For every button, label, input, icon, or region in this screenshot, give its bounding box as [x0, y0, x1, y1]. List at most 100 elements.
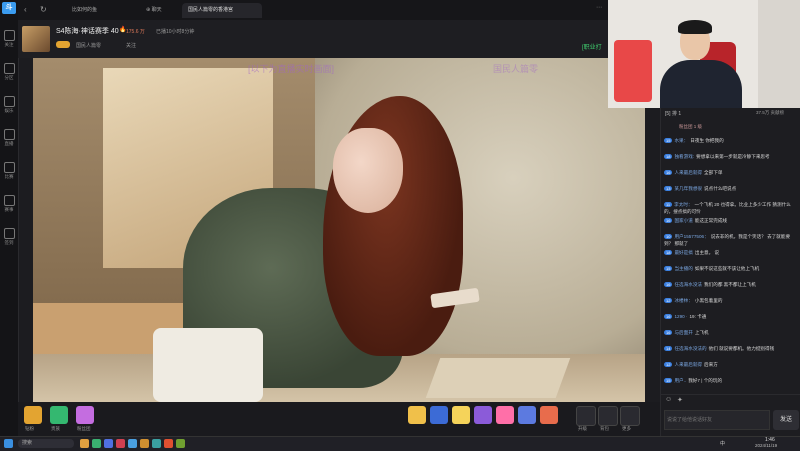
- crown-icon[interactable]: [24, 406, 42, 424]
- user-level-badge: 16: [664, 314, 673, 319]
- gift-item-icon[interactable]: [518, 406, 536, 424]
- bottom-action-button[interactable]: [576, 406, 596, 426]
- chat-message[interactable]: 15 水果： 日夜生 你把我的: [664, 138, 798, 145]
- user-level-badge: 15: [664, 266, 673, 271]
- chat-username[interactable]: 最好是搞: [674, 250, 692, 255]
- chat-text: 我好7 | 个的玩的: [688, 378, 723, 383]
- follow-button[interactable]: 关注: [126, 42, 136, 49]
- nav-item-5[interactable]: 赛事: [0, 195, 18, 213]
- taskbar-search[interactable]: 搜索: [18, 439, 74, 448]
- chat-message[interactable]: 11 李太时： 一个飞机 20 也得拿。比业上多少工作 猜测什么的，搜点搞的可怜: [664, 202, 798, 215]
- gift-item-icon[interactable]: [474, 406, 492, 424]
- chat-message[interactable]: 18 最好是搞 出主意。 说: [664, 250, 798, 257]
- chat-username[interactable]: 独看游戏:: [674, 154, 694, 159]
- chat-username[interactable]: 水果：: [674, 138, 688, 143]
- chat-username[interactable]: 冰楼林：: [674, 298, 692, 303]
- chat-username[interactable]: 李太时：: [674, 202, 692, 207]
- bottom-action-button[interactable]: [620, 406, 640, 426]
- gift-item-icon[interactable]: [430, 406, 448, 424]
- nav-item-0[interactable]: 关注: [0, 30, 18, 48]
- chat-message[interactable]: 16 国家小道 能这正常完成线: [664, 218, 798, 225]
- ime-indicator[interactable]: 中: [720, 440, 725, 447]
- bottom-action-label: 升级: [578, 426, 587, 431]
- avatar[interactable]: [22, 26, 50, 52]
- chat-username[interactable]: 任选海水没法的: [674, 346, 706, 351]
- tab-bar: ‹ ↻ 比如何的鱼 ⊕ 聊天 国民人篇零的香港宫 ⋯: [18, 0, 608, 21]
- app-icon-8[interactable]: [164, 439, 173, 448]
- chat-message[interactable]: 18 独看游戏: 要想拿以来第一步就是冷静下来思考: [664, 154, 798, 161]
- chat-username[interactable]: 用户15577506：: [674, 234, 708, 239]
- badge-icon[interactable]: [76, 406, 94, 424]
- nav-item-2[interactable]: 娱乐: [0, 96, 18, 114]
- chat-input[interactable]: [664, 410, 770, 430]
- chat-message[interactable]: 16 任选海水没法 我们的都 黑不都让上飞机: [664, 282, 798, 289]
- back-icon[interactable]: ‹: [24, 5, 27, 15]
- gift-item-icon[interactable]: [496, 406, 514, 424]
- medal-icon[interactable]: [50, 406, 68, 424]
- video-watermark: [以下为直播实时画面]: [248, 64, 335, 74]
- chat-message[interactable]: 16 1290 · 19: 卡通: [664, 314, 798, 321]
- tab-room[interactable]: 国民人篇零的香港宫: [182, 3, 262, 18]
- chat-text: 全部下单: [704, 170, 723, 175]
- user-level-badge: 12: [664, 362, 673, 367]
- user-level-badge: 18: [664, 154, 673, 159]
- app-logo[interactable]: 斗: [2, 2, 16, 14]
- video-watermark-2: 国民人篇零: [493, 64, 539, 74]
- app-icon-9[interactable]: [176, 439, 185, 448]
- app-icon-6[interactable]: [140, 439, 149, 448]
- chat-username[interactable]: 当主播的: [674, 266, 692, 271]
- send-button[interactable]: 发送: [773, 410, 799, 430]
- grid-icon: [3, 63, 15, 74]
- app-icon-2[interactable]: [92, 439, 101, 448]
- streamer-face: [333, 128, 403, 213]
- app-icon-7[interactable]: [152, 439, 161, 448]
- chat-username[interactable]: 某几年我想很: [674, 186, 702, 191]
- chat-message[interactable]: 13 某几年我想很 说点什么吧说点: [664, 186, 798, 193]
- chat-username[interactable]: 人来最后就得: [674, 362, 702, 367]
- gift-item-icon[interactable]: [408, 406, 426, 424]
- level-badge: [56, 41, 70, 48]
- chat-username[interactable]: 1290 ·: [674, 314, 687, 319]
- clock-date[interactable]: 2024/11/19: [755, 443, 777, 448]
- chat-message[interactable]: 16 与后面开 上飞机: [664, 330, 798, 337]
- bottom-action-button[interactable]: [598, 406, 618, 426]
- rank-label[interactable]: [职业打: [582, 42, 602, 51]
- webcam-overlay: [608, 0, 800, 108]
- tab-search[interactable]: 比如何的鱼: [66, 3, 140, 18]
- nav-item-3[interactable]: 直播: [0, 129, 18, 147]
- chat-username[interactable]: 与后面开: [674, 330, 692, 335]
- gift-item-icon[interactable]: [452, 406, 470, 424]
- windows-start-icon[interactable]: [4, 439, 13, 448]
- chat-message[interactable]: 15 当主播的 如果不说这些就不该让他上飞机: [664, 266, 798, 273]
- contribution-rank[interactable]: 37.5万 贡献榜: [756, 110, 784, 116]
- chat-message[interactable]: 12 人来最后就得 后来方: [664, 362, 798, 369]
- chat-username[interactable]: 国家小道: [674, 218, 692, 223]
- app-icon-1[interactable]: [80, 439, 89, 448]
- chat-message[interactable]: 14 任选海水没法的 他们 就说要都机。他力挺别得钱: [664, 346, 798, 353]
- chat-message[interactable]: 16 人来最后就得 全部下单: [664, 170, 798, 177]
- chat-text: 如果不说这些就不该让他上飞机: [694, 266, 760, 271]
- nav-item-4[interactable]: 比赛: [0, 162, 18, 180]
- app-icon-5[interactable]: [128, 439, 137, 448]
- app-icon-4[interactable]: [116, 439, 125, 448]
- chat-message[interactable]: 15 用户.. 我好7 | 个的玩的: [664, 378, 798, 385]
- chat-username[interactable]: 人来最后就得: [674, 170, 702, 175]
- gift-icon[interactable]: ✦: [677, 396, 683, 404]
- app-icon-3[interactable]: [104, 439, 113, 448]
- fan-group[interactable]: 粉丝团 1 级: [679, 124, 702, 130]
- chat-message[interactable]: 12 冰楼林： 小黑包着里的: [664, 298, 798, 305]
- refresh-icon[interactable]: ↻: [40, 5, 47, 15]
- more-icon[interactable]: ⋯: [596, 4, 602, 11]
- video-player[interactable]: [以下为直播实时画面] 国民人篇零: [33, 58, 645, 402]
- emoji-icon[interactable]: ☺: [665, 396, 672, 403]
- tote-bag: [153, 328, 263, 402]
- nav-item-1[interactable]: 分区: [0, 63, 18, 81]
- chat-rank-header[interactable]: [5] 排 1: [665, 110, 681, 117]
- nav-item-6[interactable]: 签到: [0, 228, 18, 246]
- tab-chat[interactable]: ⊕ 聊天: [140, 3, 182, 18]
- gift-item-icon[interactable]: [540, 406, 558, 424]
- search-text: 搜索: [22, 440, 33, 446]
- chat-message[interactable]: 10 用户15577506： 说去非的机，我是个笑话？ 去了就能要到？ 那就了: [664, 234, 798, 247]
- chat-username[interactable]: 用户..: [674, 378, 686, 383]
- chat-username[interactable]: 任选海水没法: [674, 282, 702, 287]
